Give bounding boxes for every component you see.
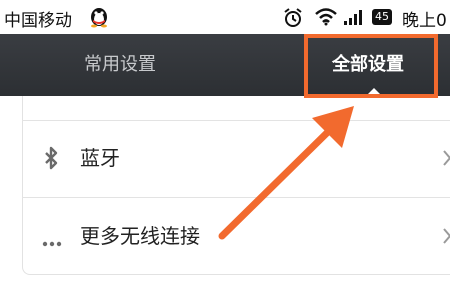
annotation-arrow [218, 106, 354, 240]
